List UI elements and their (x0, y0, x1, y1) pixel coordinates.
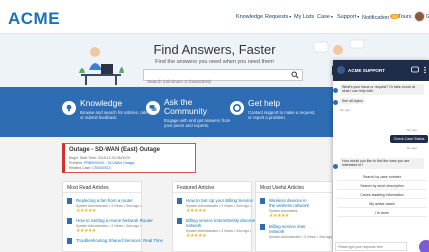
virtual-agent-chat-panel: ACME SUPPORT What's your issue or reques… (333, 60, 429, 252)
lifebuoy-icon (230, 101, 244, 115)
rating-stars: ★★★★★ (186, 233, 206, 239)
article-meta: System Administrator • 3 Views • 3mo ago… (269, 235, 335, 239)
top-navigation-bar: ACME Knowledge Requests▾ My Lists Case▾ … (0, 0, 429, 34)
chat-title: ACME SUPPORT (348, 68, 386, 73)
message-timestamp: 5m ago (407, 146, 418, 150)
bot-message: How would you like to find the case you … (340, 158, 424, 169)
document-icon (177, 218, 182, 224)
nav-knowledge[interactable]: Knowledge (236, 14, 263, 20)
search-icon[interactable] (291, 71, 299, 79)
article-title-continued[interactable]: network (186, 223, 201, 228)
nav-requests-label: Requests (265, 14, 289, 20)
bot-avatar-icon (333, 88, 338, 93)
nav-my-lists-label: My Lists (294, 14, 315, 20)
document-icon (177, 198, 182, 204)
feature-description: Contact support to make a request, or re… (248, 110, 316, 121)
user-avatar[interactable] (414, 11, 425, 22)
nav-my-lists[interactable]: My Lists (294, 14, 314, 20)
message-timestamp: 5m ago (340, 108, 351, 112)
lightbulb-icon (62, 101, 76, 115)
alert-title: Outage - SD-WAN (East) Outage (69, 147, 161, 153)
chevron-down-icon: ▾ (330, 14, 333, 19)
nav-knowledge-label: Knowledge (236, 14, 264, 20)
document-icon (67, 238, 72, 244)
hero-title: Find Answers, Faster (153, 42, 276, 57)
option-im-done[interactable]: I'm done (337, 209, 427, 217)
article-title[interactable]: How to Set Up your Billing Service (186, 198, 253, 203)
article-title[interactable]: Troubleshooting Shared Services: Real Ti… (76, 238, 163, 243)
article-title[interactable]: How to Setting a Home Network Router (76, 218, 153, 223)
feature-title: Ask the Community (164, 97, 207, 116)
chat-header: ACME SUPPORT (333, 60, 429, 81)
card-title: Featured Articles (173, 182, 251, 193)
article-title[interactable]: Replacing a fan from a router (76, 198, 133, 203)
option-cases-awaiting-information[interactable]: Cases awaiting information (337, 191, 427, 199)
message-timestamp: 5m ago (407, 128, 418, 132)
nav-requests[interactable]: Requests▾ (265, 14, 291, 20)
most-useful-articles-card: Most Useful Articles Wireless devices in… (255, 181, 335, 252)
bot-avatar-icon (333, 100, 338, 105)
card-title: Most Read Articles (63, 182, 141, 193)
new-chat-icon[interactable] (411, 66, 419, 74)
chevron-down-icon: ▾ (357, 14, 360, 19)
feature-description: Engage with and get answers from your pe… (164, 118, 231, 129)
bot-avatar-icon (333, 164, 338, 169)
bot-message: What's your issue or request? Or take a … (340, 84, 424, 95)
alert-related-case-link[interactable]: CS0000010 (92, 166, 111, 170)
nav-tours-label: Tours (398, 14, 412, 20)
nav-case[interactable]: Case▾ (317, 14, 333, 20)
rating-stars: ★★★★★ (76, 228, 96, 234)
rating-stars: ★★★★★ (76, 208, 96, 214)
bot-avatar-icon (337, 66, 345, 74)
article-title-continued[interactable]: the wireless network (269, 203, 309, 208)
user-reply-check-case-status: Check Case Status (390, 135, 428, 143)
alert-problem-link[interactable]: PRB0000001 - SD-WAN Outage (84, 161, 134, 165)
acme-logo[interactable]: ACME (8, 9, 60, 29)
alert-related-case: Related Case: CS0000010 (69, 166, 111, 170)
document-icon (67, 198, 72, 204)
chat-launcher-button[interactable] (419, 240, 429, 252)
nav-tours[interactable]: Tours (398, 14, 411, 20)
outage-alert[interactable]: Outage - SD-WAN (East) Outage Begin: Sta… (62, 143, 196, 173)
nav-case-label: Case (317, 14, 330, 20)
most-read-articles-card: Most Read Articles Replacing a fan from … (62, 181, 163, 252)
nav-notification-label: Notification (362, 15, 390, 21)
feature-title: Knowledge (80, 98, 123, 108)
chat-message-input[interactable] (335, 242, 407, 251)
alert-problem-label: Problem: (69, 161, 84, 165)
nav-notification[interactable]: Notification 25 (362, 14, 399, 21)
chevron-down-icon: ▾ (289, 14, 292, 19)
option-my-active-cases[interactable]: My active cases (337, 200, 427, 208)
option-search-by-short-description[interactable]: Search by short description (337, 182, 427, 190)
option-search-by-case-number[interactable]: Search by case number (337, 173, 427, 181)
card-title: Most Useful Articles (256, 182, 332, 193)
rating-stars: ★★★★★ (186, 208, 206, 214)
featured-articles-card: Featured Articles How to Set Up your Bil… (172, 181, 278, 252)
feature-description: Browse and search for articles, rate or … (80, 110, 148, 121)
document-icon (260, 224, 265, 230)
alert-related-case-label: Related Case: (69, 166, 92, 170)
chat-bubbles-icon (146, 101, 160, 115)
search-input[interactable] (144, 76, 289, 87)
nav-support[interactable]: Support▾ (337, 14, 359, 20)
feature-title: Get help (248, 98, 281, 108)
rating-stars: ★★★★★ (269, 213, 289, 219)
more-options-icon[interactable] (421, 66, 429, 74)
alert-begin-time: Begin: Start Time: 2018-12-03 08:00:00 (69, 156, 131, 160)
search-box (143, 69, 303, 87)
nav-support-label: Support (337, 14, 357, 20)
article-title-continued[interactable]: network (269, 229, 284, 234)
alert-problem: Problem: PRB0000001 - SD-WAN Outage (69, 161, 134, 165)
document-icon (67, 218, 72, 224)
document-icon (260, 198, 265, 204)
see-all-topics-link[interactable]: See all topics (340, 98, 365, 105)
